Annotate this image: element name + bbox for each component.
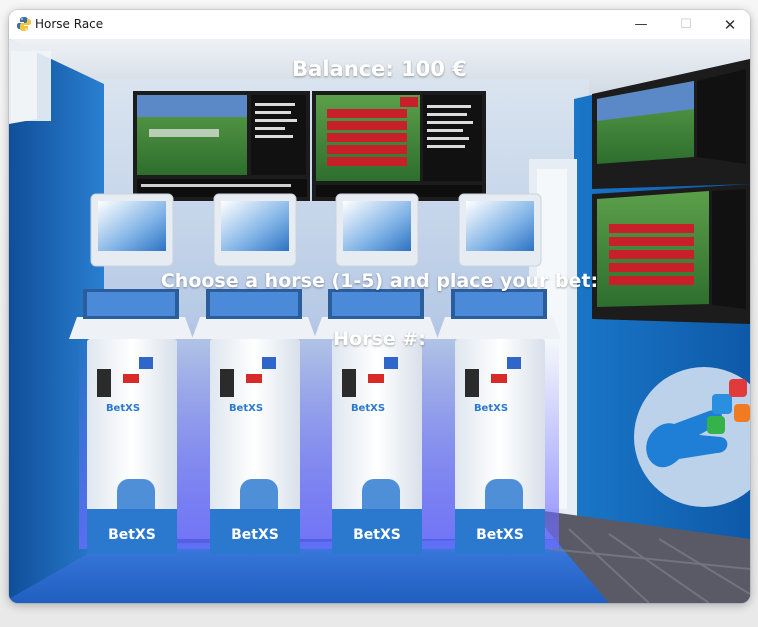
horse-number-label: Horse #:: [333, 328, 426, 350]
title-bar[interactable]: Horse Race — ☐ ✕: [9, 10, 750, 39]
kiosk-brand-4: BetXS: [476, 527, 524, 543]
maximize-icon: ☐: [680, 17, 692, 32]
kiosk-small-brand-3: BetXS: [351, 403, 385, 414]
minimize-icon: —: [634, 17, 648, 32]
maximize-button[interactable]: ☐: [664, 10, 708, 39]
close-icon: ✕: [723, 15, 737, 34]
kiosk-small-brand-2: BetXS: [229, 403, 263, 414]
close-button[interactable]: ✕: [708, 10, 750, 39]
betting-shop-background: BetXS BetXS BetXS BetXS BetXS BetXS BetX…: [9, 39, 750, 603]
kiosk-brand-1: BetXS: [108, 527, 156, 543]
balance-label: Balance: 100 €: [292, 57, 467, 81]
kiosk-brand-3: BetXS: [353, 527, 401, 543]
kiosk-brand-2: BetXS: [231, 527, 279, 543]
minimize-button[interactable]: —: [619, 10, 663, 39]
game-canvas[interactable]: BetXS BetXS BetXS BetXS BetXS BetXS BetX…: [9, 39, 750, 603]
kiosk-small-brand-4: BetXS: [474, 403, 508, 414]
window-title: Horse Race: [35, 17, 104, 31]
bet-prompt: Choose a horse (1-5) and place your bet:: [160, 270, 599, 292]
kiosk-small-brand-1: BetXS: [106, 403, 140, 414]
python-snake-icon: [17, 17, 31, 31]
app-window: Horse Race — ☐ ✕ BetXS BetXS BetXS BetXS…: [9, 10, 750, 603]
